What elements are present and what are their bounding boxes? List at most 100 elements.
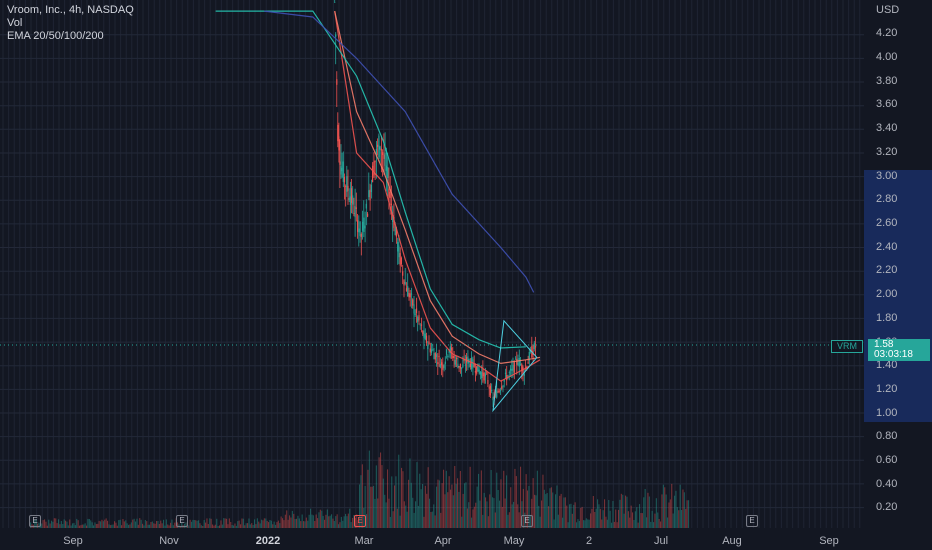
candle-body: [514, 358, 517, 360]
volume-bar: [448, 476, 450, 528]
volume-bar: [340, 516, 342, 528]
candle-body: [488, 387, 490, 389]
volume-bar: [300, 521, 302, 528]
volume-bar: [293, 513, 295, 528]
symbol-title[interactable]: Vroom, Inc., 4h, NASDAQ: [7, 4, 134, 17]
volume-bar: [486, 501, 488, 528]
price-chart[interactable]: [0, 0, 932, 550]
candle-body: [423, 330, 425, 338]
volume-indicator-label[interactable]: Vol: [7, 17, 134, 30]
volume-bar: [433, 504, 435, 528]
candlestick-series: [334, 0, 537, 407]
volume-bar: [457, 478, 459, 528]
volume-bar: [366, 514, 368, 528]
price-tick: 1.80: [876, 312, 898, 324]
volume-bar: [499, 500, 501, 528]
volume-bar: [430, 512, 432, 528]
candle-body: [336, 79, 338, 85]
volume-bar: [370, 486, 372, 528]
earnings-event-marker[interactable]: E: [354, 515, 366, 527]
volume-bar: [651, 510, 653, 528]
volume-bar: [618, 509, 620, 528]
volume-bar: [681, 510, 683, 528]
candle-body: [437, 362, 439, 365]
volume-bar: [216, 518, 218, 528]
volume-bar: [307, 520, 309, 528]
volume-bar: [238, 520, 240, 528]
volume-bar: [226, 518, 228, 528]
candle-body: [504, 372, 507, 374]
ema-line-50: [334, 10, 541, 365]
volume-bar: [287, 519, 289, 528]
volume-bar: [472, 509, 474, 528]
earnings-event-marker[interactable]: E: [176, 515, 188, 527]
volume-bar: [508, 512, 510, 528]
volume-bar: [118, 520, 120, 528]
volume-bar: [304, 521, 306, 528]
candle-body: [364, 225, 366, 229]
volume-bar: [602, 510, 604, 528]
volume-bar: [349, 508, 351, 528]
volume-bar: [87, 518, 89, 528]
volume-bar: [224, 518, 226, 528]
candle-body: [384, 152, 386, 166]
time-axis[interactable]: Sep Nov 2022 Mar Apr May 2 Jul Aug Sep: [0, 528, 864, 550]
volume-bar: [427, 467, 429, 528]
volume-bar: [220, 520, 222, 528]
price-tick: 2.60: [876, 217, 898, 229]
volume-bar: [289, 515, 291, 528]
volume-bar: [269, 520, 271, 528]
volume-bar: [90, 520, 92, 528]
volume-bar: [672, 513, 674, 528]
volume-bar: [256, 518, 258, 528]
volume-bar: [469, 466, 471, 528]
volume-bar: [597, 499, 599, 528]
earnings-event-marker[interactable]: E: [29, 515, 41, 527]
time-tick: Jul: [653, 535, 669, 547]
volume-bar: [328, 516, 330, 528]
volume-bar: [485, 497, 487, 528]
volume-bar: [196, 520, 198, 528]
candle-body: [429, 348, 431, 353]
volume-bar: [500, 479, 502, 528]
volume-bar: [322, 515, 324, 528]
volume-bar: [416, 462, 418, 528]
volume-bar: [406, 511, 408, 528]
volume-bar: [688, 500, 690, 528]
earnings-event-marker[interactable]: E: [521, 515, 533, 527]
volume-bar: [557, 514, 559, 528]
volume-bar: [473, 506, 475, 528]
volume-bar: [471, 517, 473, 528]
candle-body: [335, 34, 337, 37]
candle-body: [407, 286, 409, 297]
volume-bar: [454, 466, 456, 528]
volume-bar: [501, 506, 503, 528]
volume-bar: [573, 504, 575, 528]
volume-bar: [198, 520, 200, 528]
volume-bar: [193, 520, 195, 528]
price-tick: 4.20: [876, 27, 898, 39]
volume-bar: [329, 515, 331, 528]
volume-bar: [163, 519, 165, 528]
volume-bar: [468, 502, 470, 528]
candle-body: [349, 196, 351, 205]
candle-body: [354, 206, 356, 218]
bar-countdown: 03:03:18: [874, 349, 913, 360]
ema-indicator-label[interactable]: EMA 20/50/100/200: [7, 30, 134, 43]
volume-bar: [490, 470, 492, 528]
volume-bar: [443, 469, 445, 528]
chart-container[interactable]: Vroom, Inc., 4h, NASDAQ Vol EMA 20/50/10…: [0, 0, 932, 550]
price-axis[interactable]: USD 4.20 4.00 3.80 3.60 3.40 3.20 3.00 2…: [864, 0, 932, 550]
volume-bar: [620, 493, 622, 528]
candle-body: [435, 354, 438, 358]
volume-bar: [105, 518, 107, 528]
volume-bar: [566, 505, 568, 528]
volume-bar: [625, 495, 627, 528]
candle-body: [499, 390, 502, 392]
volume-bar: [146, 521, 148, 528]
volume-bar: [601, 519, 603, 528]
volume-bar: [423, 516, 425, 528]
earnings-event-marker-upcoming[interactable]: E: [746, 515, 758, 527]
volume-bar: [482, 514, 484, 528]
volume-bar: [595, 508, 597, 528]
